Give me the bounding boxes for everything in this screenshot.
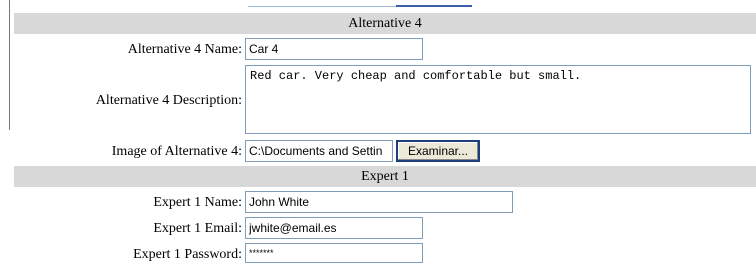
expert-email-label: Expert 1 Email: xyxy=(153,221,242,236)
alternative-description-label: Alternative 4 Description: xyxy=(95,93,242,108)
browse-image-button[interactable]: Examinar... xyxy=(396,140,480,162)
clipped-previous-field xyxy=(248,0,472,7)
alternative-section-header: Alternative 4 xyxy=(14,13,756,34)
expert-password-label: Expert 1 Password: xyxy=(133,247,242,262)
alternative-image-path-input[interactable] xyxy=(245,140,393,162)
left-border-rule xyxy=(9,0,10,130)
alternative-image-label: Image of Alternative 4: xyxy=(111,144,242,159)
alternative-name-label: Alternative 4 Name: xyxy=(127,42,242,57)
clipped-previous-button xyxy=(396,0,472,7)
expert-name-label: Expert 1 Name: xyxy=(153,195,242,210)
expert-section-header: Expert 1 xyxy=(14,166,756,187)
alternative-description-textarea[interactable]: Red car. Very cheap and comfortable but … xyxy=(245,65,751,134)
alternative-name-input[interactable] xyxy=(245,38,423,60)
expert-email-input[interactable] xyxy=(245,217,423,239)
expert-password-input[interactable] xyxy=(245,243,423,263)
expert-name-input[interactable] xyxy=(245,191,513,213)
